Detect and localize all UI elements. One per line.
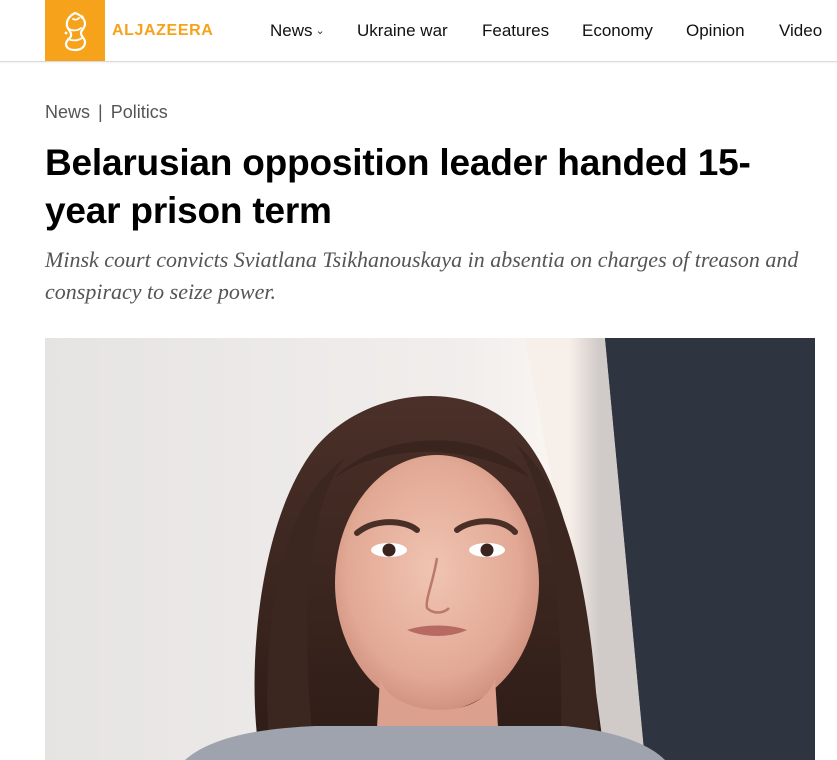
- article-subhead: Minsk court convicts Sviatlana Tsikhanou…: [45, 247, 799, 304]
- breadcrumb-separator: |: [98, 102, 103, 122]
- article-headline: Belarusian opposition leader handed 15-y…: [45, 142, 751, 231]
- nav-item-economy[interactable]: Economy: [582, 20, 653, 42]
- logo-wordmark: ALJAZEERA: [112, 21, 214, 39]
- breadcrumb-link-news[interactable]: News: [45, 102, 90, 122]
- breadcrumb: News | Politics: [45, 101, 168, 123]
- site-logo-link[interactable]: ALJAZEERA: [45, 0, 213, 61]
- portrait-photo-illustration: [45, 338, 815, 760]
- nav-item-video[interactable]: Video: [779, 20, 822, 42]
- nav-item-news[interactable]: News ⌄: [270, 20, 325, 44]
- nav-item-label: News: [270, 21, 313, 40]
- logo-emblem-icon: [45, 0, 105, 61]
- breadcrumb-link-politics[interactable]: Politics: [111, 102, 168, 122]
- nav-item-opinion[interactable]: Opinion: [686, 20, 745, 42]
- nav-item-features[interactable]: Features: [482, 20, 549, 42]
- site-header: ALJAZEERA News ⌄ Ukraine war Features Eco…: [0, 0, 837, 62]
- nav-item-ukraine-war[interactable]: Ukraine war: [357, 20, 448, 42]
- chevron-down-icon: ⌄: [315, 25, 325, 37]
- hero-image: [45, 338, 815, 760]
